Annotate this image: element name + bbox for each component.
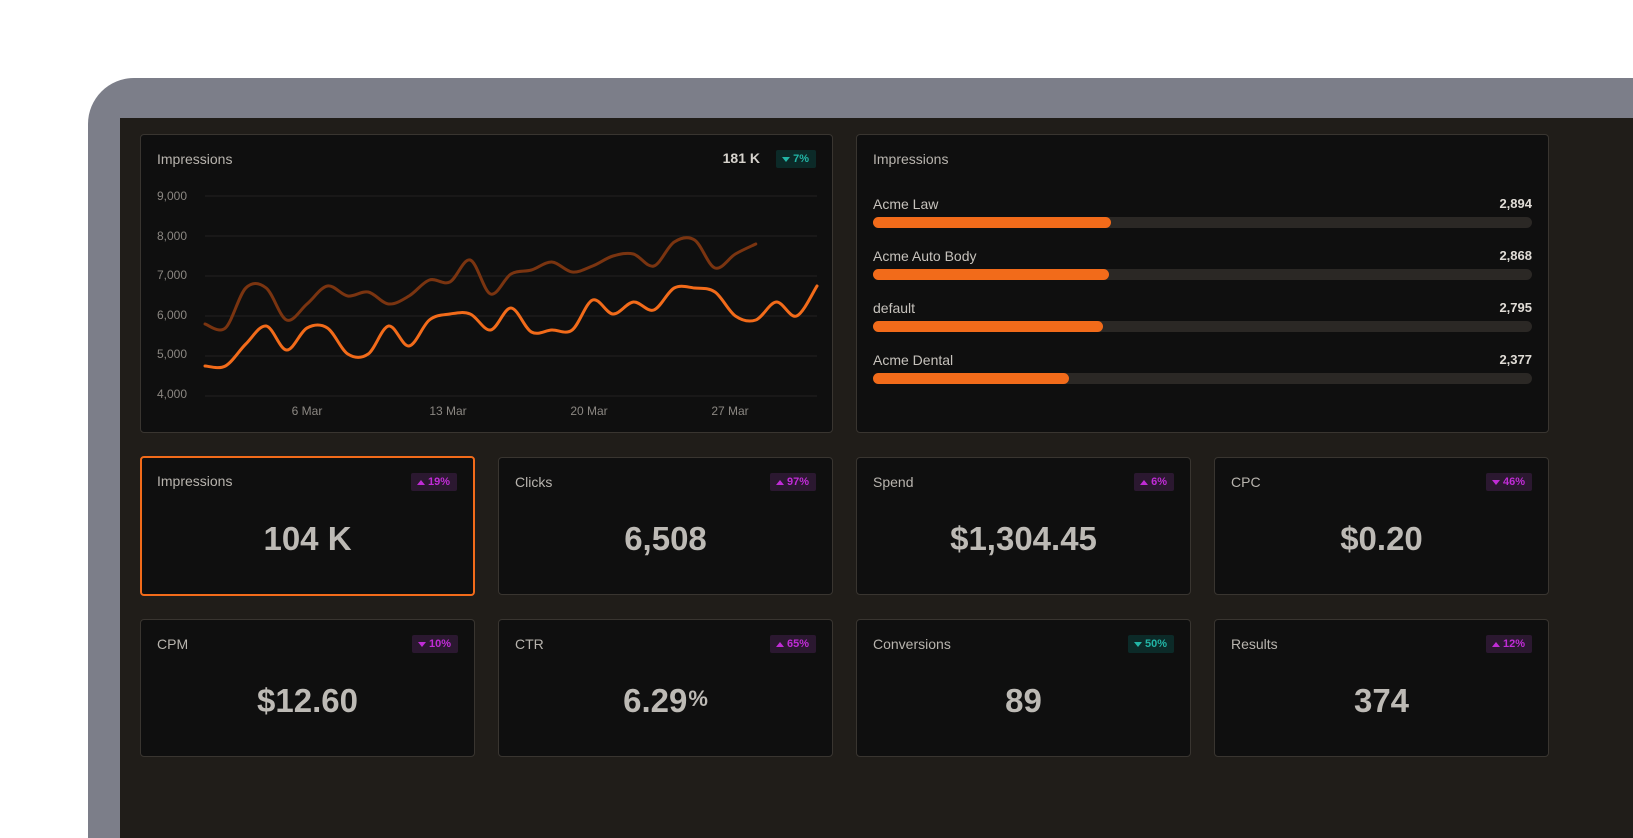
caret-down-icon	[417, 641, 426, 647]
dashboard-screen: Impressions 181 K 7% 9,000 8,000 7,000 6…	[120, 118, 1633, 838]
bar-value: 2,795	[1499, 300, 1532, 315]
kpi-card-results[interactable]: Results 12% 374	[1214, 619, 1549, 757]
kpi-value: $1,304.45	[857, 520, 1190, 558]
kpi-change-badge: 10%	[411, 635, 458, 653]
kpi-number: 6.29	[623, 682, 688, 719]
bar-fill	[873, 217, 1112, 228]
bar-value: 2,868	[1499, 248, 1532, 263]
bar-row: default 2,795	[873, 300, 1532, 340]
caret-down-icon	[1491, 479, 1500, 485]
kpi-title: Spend	[873, 474, 914, 490]
bar-fill	[873, 373, 1069, 384]
kpi-number: 104 K	[263, 520, 352, 557]
bar-label: Acme Dental	[873, 352, 954, 368]
bar-label: Acme Auto Body	[873, 248, 977, 264]
kpi-value: 6.29%	[499, 682, 832, 720]
badge-text: 10%	[428, 638, 451, 650]
badge-text: 12%	[1502, 638, 1525, 650]
current-period-line	[203, 284, 819, 370]
bar-fill	[873, 321, 1104, 332]
kpi-title: Clicks	[515, 474, 553, 490]
impressions-by-account-card: Impressions Acme Law 2,894 Acme Auto Bod…	[856, 134, 1549, 433]
kpi-change-badge: 6%	[1134, 473, 1174, 491]
kpi-title: Impressions	[157, 473, 233, 489]
bar-row: Acme Dental 2,377	[873, 352, 1532, 392]
kpi-number: $1,304.45	[950, 520, 1097, 557]
kpi-value: 104 K	[142, 520, 473, 558]
kpi-value: 89	[857, 682, 1190, 720]
kpi-card-spend[interactable]: Spend 6% $1,304.45	[856, 457, 1191, 595]
kpi-value: 6,508	[499, 520, 832, 558]
bar-row: Acme Law 2,894	[873, 196, 1532, 236]
bar-track	[873, 373, 1532, 384]
kpi-change-badge: 46%	[1485, 473, 1532, 491]
kpi-card-conversions[interactable]: Conversions 50% 89	[856, 619, 1191, 757]
caret-up-icon	[1491, 641, 1500, 647]
caret-down-icon	[1133, 641, 1142, 647]
kpi-card-cpm[interactable]: CPM 10% $12.60	[140, 619, 475, 757]
badge-text: 46%	[1502, 476, 1525, 488]
badge-text: 65%	[786, 638, 809, 650]
bar-row: Acme Auto Body 2,868	[873, 248, 1532, 288]
bar-track	[873, 321, 1532, 332]
kpi-change-badge: 65%	[769, 635, 816, 653]
caret-up-icon	[775, 641, 784, 647]
kpi-card-impressions[interactable]: Impressions 19% 104 K	[140, 456, 475, 596]
kpi-title: CPC	[1231, 474, 1261, 490]
bar-label: default	[873, 300, 916, 316]
caret-up-icon	[775, 479, 784, 485]
bar-fill	[873, 269, 1110, 280]
kpi-number: 89	[1005, 682, 1042, 719]
kpi-suffix: %	[688, 686, 708, 711]
badge-text: 50%	[1144, 638, 1167, 650]
badge-text: 97%	[786, 476, 809, 488]
kpi-number: $0.20	[1340, 520, 1423, 557]
kpi-title: Conversions	[873, 636, 951, 652]
card-title: Impressions	[873, 151, 949, 167]
kpi-change-badge: 19%	[410, 473, 457, 491]
kpi-card-cpc[interactable]: CPC 46% $0.20	[1214, 457, 1549, 595]
impressions-line-chart	[203, 195, 819, 397]
bar-track	[873, 217, 1532, 228]
kpi-value: $12.60	[141, 682, 474, 720]
caret-up-icon	[1140, 479, 1149, 485]
kpi-change-badge: 97%	[769, 473, 816, 491]
kpi-card-clicks[interactable]: Clicks 97% 6,508	[498, 457, 833, 595]
kpi-value: $0.20	[1215, 520, 1548, 558]
impressions-trend-card: Impressions 181 K 7% 9,000 8,000 7,000 6…	[140, 134, 833, 433]
kpi-number: 374	[1353, 682, 1410, 719]
kpi-title: CPM	[157, 636, 189, 652]
badge-text: 6%	[1151, 476, 1167, 488]
kpi-title: Results	[1231, 636, 1278, 652]
bar-track	[873, 269, 1532, 280]
caret-up-icon	[416, 479, 425, 485]
bar-label: Acme Law	[873, 196, 939, 212]
bar-value: 2,894	[1499, 196, 1532, 211]
kpi-number: 6,508	[624, 520, 707, 557]
bar-value: 2,377	[1499, 352, 1532, 367]
badge-text: 19%	[427, 476, 450, 488]
kpi-title: CTR	[515, 636, 544, 652]
kpi-change-badge: 50%	[1127, 635, 1174, 653]
kpi-value: 374	[1215, 682, 1548, 720]
kpi-card-ctr[interactable]: CTR 65% 6.29%	[498, 619, 833, 757]
kpi-change-badge: 12%	[1485, 635, 1532, 653]
kpi-number: $12.60	[257, 682, 358, 719]
